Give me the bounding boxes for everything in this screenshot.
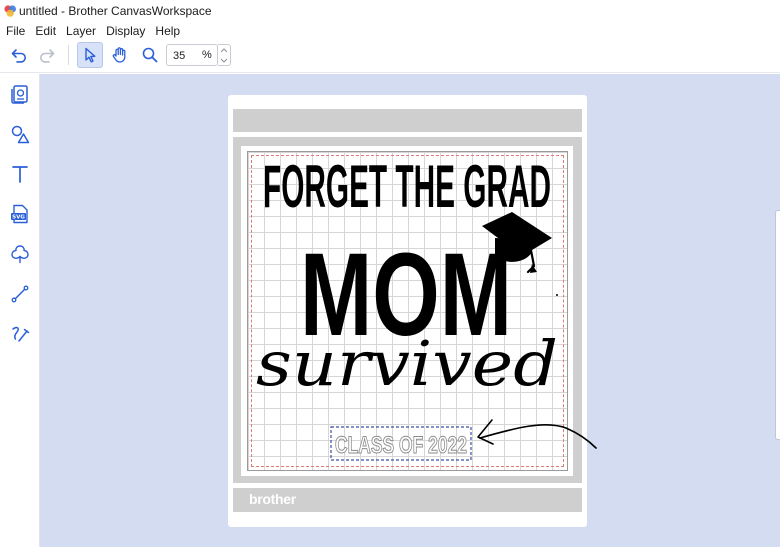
redo-icon bbox=[40, 49, 55, 63]
shapes-icon bbox=[11, 125, 30, 144]
magnifier-icon bbox=[142, 47, 158, 63]
zoom-stepper bbox=[218, 44, 231, 66]
shapes-button[interactable] bbox=[6, 120, 34, 148]
line-icon bbox=[11, 285, 29, 303]
pointer-icon bbox=[85, 47, 96, 63]
vertical-scrollbar[interactable] bbox=[775, 210, 780, 440]
templates-button[interactable] bbox=[6, 80, 34, 108]
design-text-class-of-2022[interactable]: CLASS OF 2022 bbox=[335, 432, 468, 460]
zoom-input[interactable] bbox=[173, 49, 197, 63]
menu-bar: File Edit Layer Display Help bbox=[0, 22, 780, 39]
brand-logo: brother bbox=[249, 491, 296, 507]
chevron-up-icon bbox=[220, 47, 228, 52]
text-icon bbox=[12, 166, 28, 183]
pattern-button[interactable] bbox=[6, 240, 34, 268]
menu-help[interactable]: Help bbox=[150, 24, 185, 38]
undo-icon bbox=[11, 49, 26, 63]
mat-top-divider bbox=[233, 132, 582, 137]
zoom-decrease-button[interactable] bbox=[218, 55, 230, 65]
zoom-increase-button[interactable] bbox=[218, 45, 230, 55]
hand-icon bbox=[112, 47, 126, 63]
zoom-field: % bbox=[166, 44, 218, 66]
toolbar-separator bbox=[68, 45, 69, 65]
design-text-forget-the-grad[interactable]: FORGET THE GRAD bbox=[263, 153, 551, 220]
text-button[interactable] bbox=[6, 160, 34, 188]
templates-icon bbox=[11, 85, 28, 104]
chevron-down-icon bbox=[220, 58, 228, 63]
menu-layer[interactable]: Layer bbox=[61, 24, 101, 38]
svg-import-icon: SVG bbox=[11, 204, 28, 224]
pan-tool-button[interactable] bbox=[107, 42, 133, 68]
freehand-tool-button[interactable] bbox=[6, 320, 34, 348]
svg-import-button[interactable]: SVG bbox=[6, 200, 34, 228]
window-title: untitled - Brother CanvasWorkspace bbox=[19, 4, 212, 18]
menu-edit[interactable]: Edit bbox=[30, 24, 61, 38]
menu-display[interactable]: Display bbox=[101, 24, 150, 38]
svg-text:SVG: SVG bbox=[12, 215, 25, 221]
freehand-icon bbox=[12, 326, 30, 342]
undo-button[interactable] bbox=[6, 42, 32, 68]
menu-file[interactable]: File bbox=[0, 24, 30, 38]
side-toolbar: SVG bbox=[0, 74, 40, 547]
title-bar: untitled - Brother CanvasWorkspace bbox=[0, 0, 780, 22]
select-tool-button[interactable] bbox=[77, 42, 103, 68]
app-logo-icon bbox=[4, 5, 16, 17]
redo-button[interactable] bbox=[34, 42, 60, 68]
line-tool-button[interactable] bbox=[6, 280, 34, 308]
mat-bottom-divider bbox=[233, 483, 582, 488]
app-window: untitled - Brother CanvasWorkspace File … bbox=[0, 0, 780, 547]
main-toolbar bbox=[0, 39, 780, 73]
pattern-icon bbox=[11, 245, 29, 264]
zoom-unit-label: % bbox=[202, 49, 212, 61]
design-text-survived[interactable]: survived bbox=[256, 327, 558, 400]
zoom-tool-button[interactable] bbox=[137, 42, 163, 68]
